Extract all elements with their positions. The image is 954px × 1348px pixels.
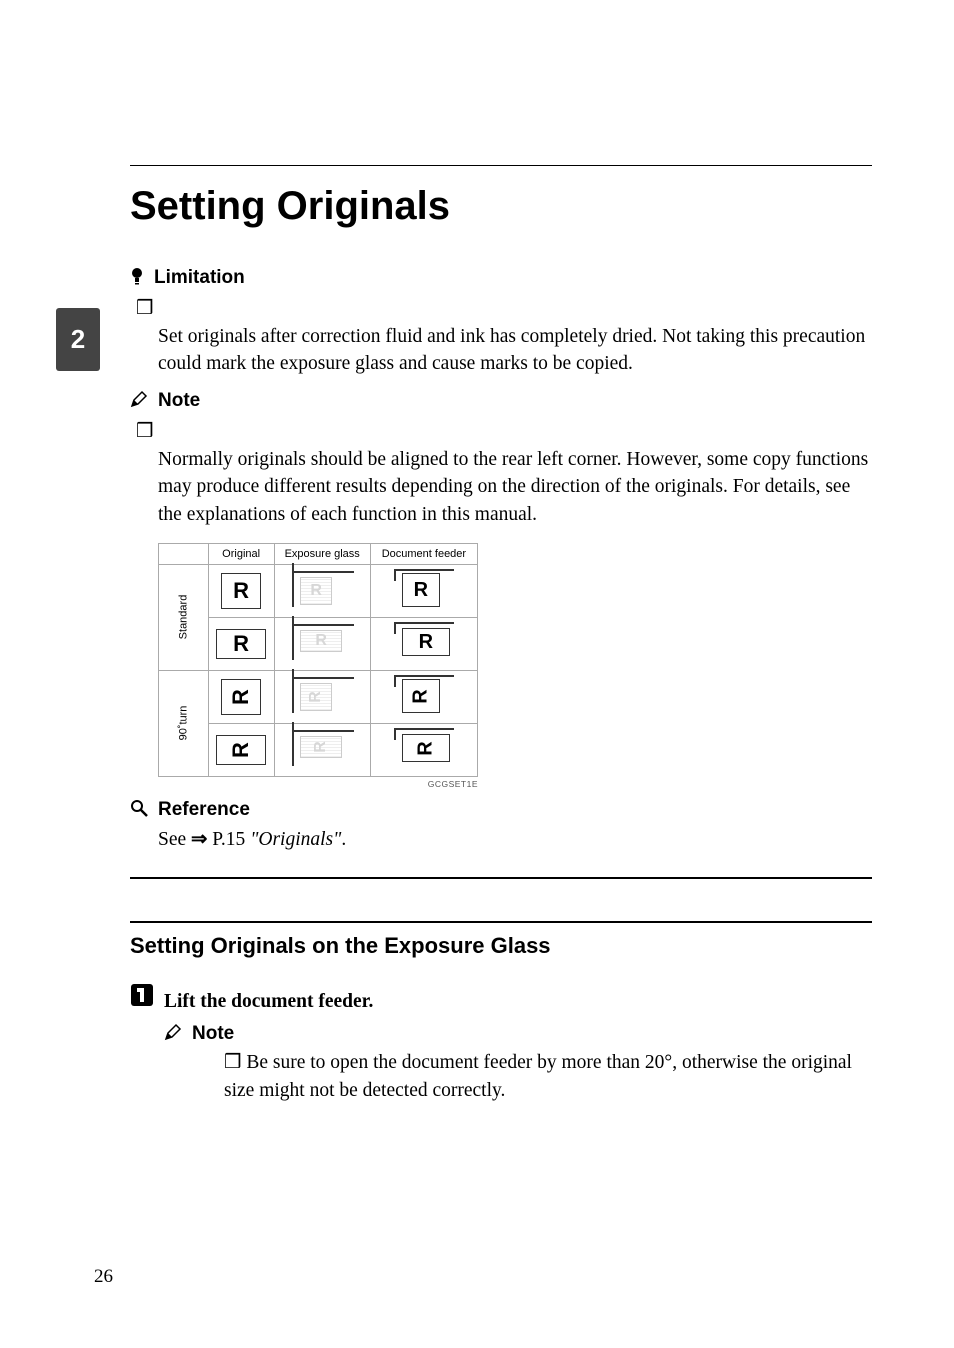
rule-under-reference [130,877,872,879]
step-1: Lift the document feeder. [130,983,872,1013]
limitation-label: Limitation [154,267,245,289]
section-heading: Setting Originals on the Exposure Glass [130,921,872,959]
diagram-cell: R [216,735,266,765]
diagram-cell: R [221,679,261,715]
diagram-cell: R [388,620,460,664]
diagram-header-exposure: Exposure glass [274,543,370,564]
step-1-note: Note ❒ Be sure to open the document feed… [164,1023,872,1104]
note-text: Normally originals should be aligned to … [158,449,868,525]
diagram-cell: R [388,726,460,770]
reference-period: . [341,829,346,850]
diagram-cell: R [286,620,358,664]
diagram-cell: R [286,567,358,611]
note-label: Note [158,390,200,412]
reference-see: See [158,829,186,850]
pencil-icon [164,1023,182,1041]
diagram-code: GCGSET1E [158,779,478,789]
reference-heading: Reference [130,799,872,821]
diagram-header-original: Original [208,543,274,564]
top-rule [130,165,872,166]
reference-label: Reference [158,799,250,821]
diagram-group-90turn: 90˚turn [159,670,209,776]
limitation-body: Set originals after correction fluid and… [158,295,872,378]
step-1-note-label: Note [192,1023,234,1045]
pencil-icon [130,390,148,408]
page-title: Setting Originals [130,184,872,229]
orientation-diagram: Original Exposure glass Document feeder … [158,543,478,789]
diagram-header-feeder: Document feeder [370,543,477,564]
diagram-group-standard: Standard [159,564,209,670]
reference-body: See ⇒ P.15 "Originals". [158,827,872,851]
chapter-tab: 2 [56,308,100,371]
diagram-cell: R [221,573,261,609]
diagram-cell: R [388,673,460,717]
page-content: Setting Originals Limitation Set origina… [130,0,872,1104]
step-1-label: Lift the document feeder. [164,991,373,1013]
limitation-heading: Limitation [130,267,872,289]
diagram-cell: R [286,726,358,770]
diagram-cell: R [286,673,358,717]
magnifier-icon [130,799,148,817]
note-body: Normally originals should be aligned to … [158,418,872,529]
reference-arrow: ⇒ [191,828,207,850]
diagram-cell: R [388,567,460,611]
diagram-cell: R [216,629,266,659]
note-heading: Note [130,390,872,412]
limitation-text: Set originals after correction fluid and… [158,326,865,375]
reference-title: "Originals" [250,829,341,850]
page-number: 26 [94,1266,113,1288]
lightbulb-icon [130,267,144,285]
step-1-note-text: Be sure to open the document feeder by m… [224,1052,852,1101]
step-number-1-icon [130,983,154,1007]
reference-page: P.15 [212,829,245,850]
